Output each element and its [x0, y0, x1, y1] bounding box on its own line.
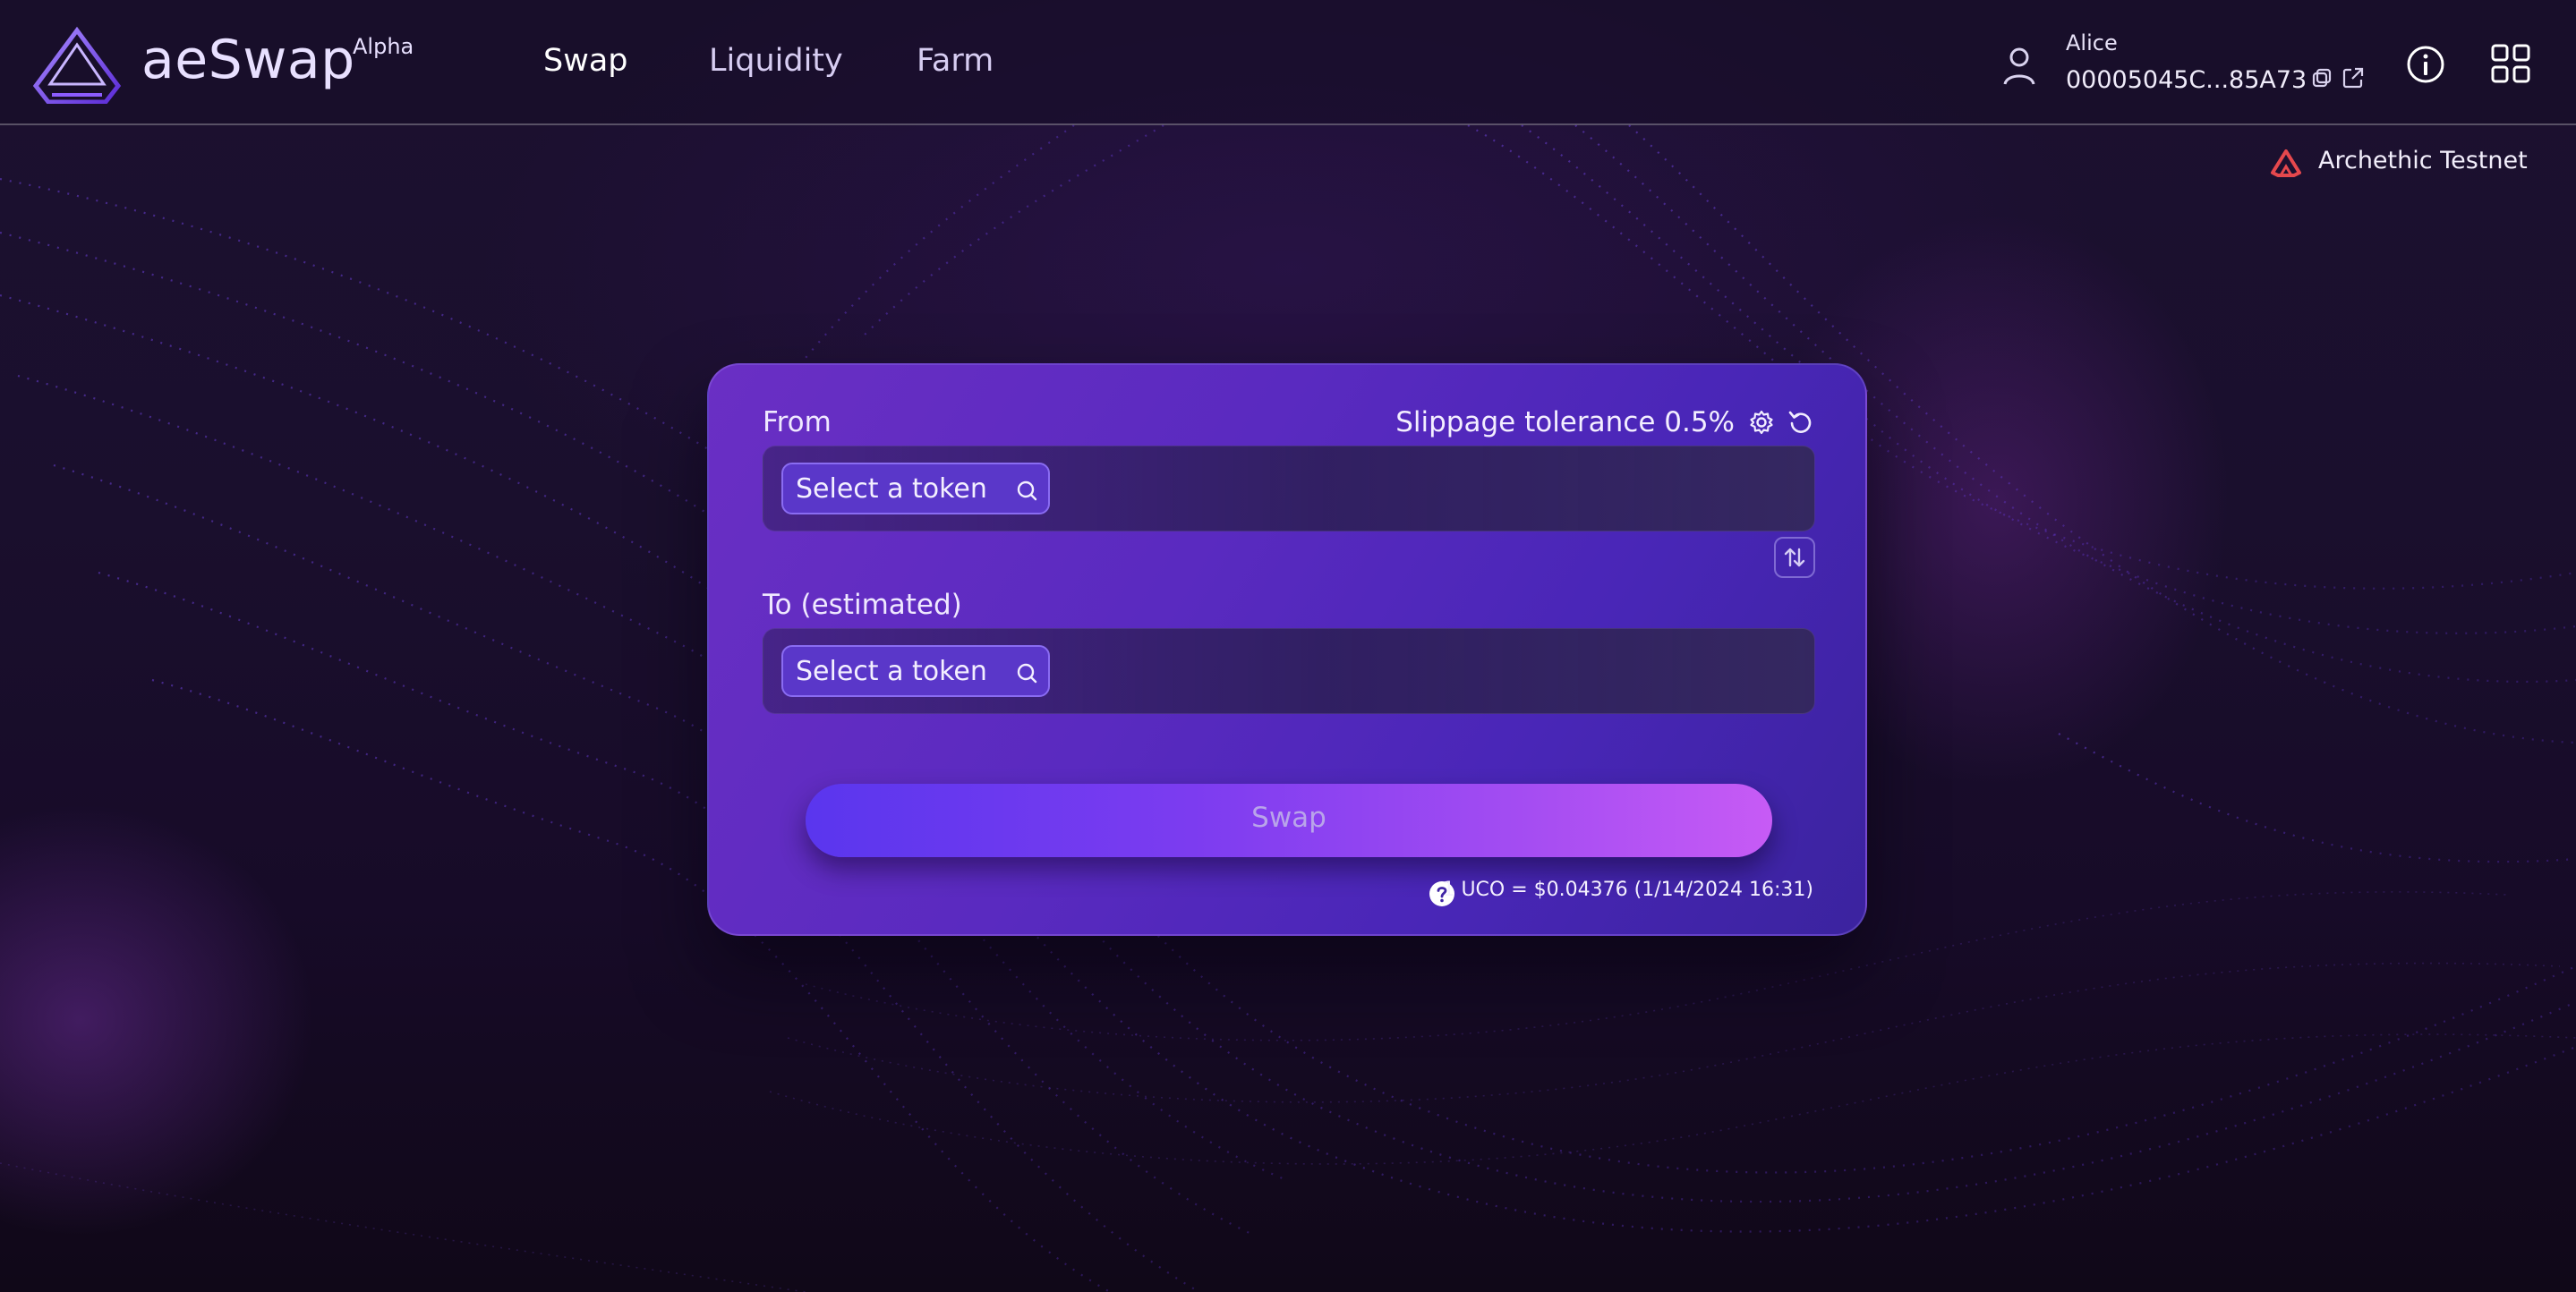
search-icon [1017, 663, 1037, 684]
from-select-token-label: Select a token [796, 473, 987, 505]
copy-icon[interactable] [2311, 67, 2333, 89]
from-select-token-button[interactable]: Select a token [781, 463, 1050, 514]
nav-swap[interactable]: Swap [543, 43, 628, 79]
to-token-field[interactable]: Select a token [763, 628, 1815, 714]
to-select-token-button[interactable]: Select a token [781, 645, 1050, 697]
nav-liquidity[interactable]: Liquidity [709, 43, 843, 79]
user-icon[interactable] [2001, 47, 2037, 86]
brand-name[interactable]: aeSwap [141, 29, 355, 91]
from-token-field[interactable]: Select a token [763, 446, 1815, 531]
swap-arrows-icon [1784, 548, 1805, 567]
nav-farm[interactable]: Farm [917, 43, 994, 79]
account-name: Alice [2066, 30, 2118, 55]
slippage-settings: Slippage tolerance 0.5% [1348, 406, 1813, 442]
account-address: 00005045C...85A73 [2066, 66, 2307, 94]
swap-card: From Slippage tolerance 0.5% Select a to… [707, 363, 1867, 936]
search-icon [1017, 480, 1037, 501]
info-icon[interactable] [2406, 45, 2445, 84]
to-label: To (estimated) [763, 589, 962, 621]
slippage-tolerance-text: Slippage tolerance 0.5% [1395, 406, 1735, 438]
refresh-icon[interactable] [1787, 410, 1813, 437]
swap-submit-button[interactable]: Swap [806, 784, 1772, 857]
alpha-badge: Alpha [353, 34, 414, 59]
exchange-rate-text: 1 UCO = $0.04376 (1/14/2024 16:31) [1442, 879, 1813, 901]
archethic-logo-icon [2271, 149, 2301, 177]
network-label: Archethic Testnet [2318, 147, 2528, 174]
swap-submit-label: Swap [1251, 802, 1326, 834]
external-link-icon[interactable] [2341, 66, 2365, 89]
aeswap-logo-icon[interactable] [32, 27, 122, 104]
top-navigation-bar: aeSwap Alpha Swap Liquidity Farm Alice 0… [0, 0, 2576, 125]
from-label: From [763, 406, 832, 438]
apps-grid-icon[interactable] [2490, 43, 2531, 84]
to-select-token-label: Select a token [796, 656, 987, 687]
settings-gear-icon[interactable] [1749, 410, 1774, 435]
swap-direction-button[interactable] [1774, 537, 1815, 578]
